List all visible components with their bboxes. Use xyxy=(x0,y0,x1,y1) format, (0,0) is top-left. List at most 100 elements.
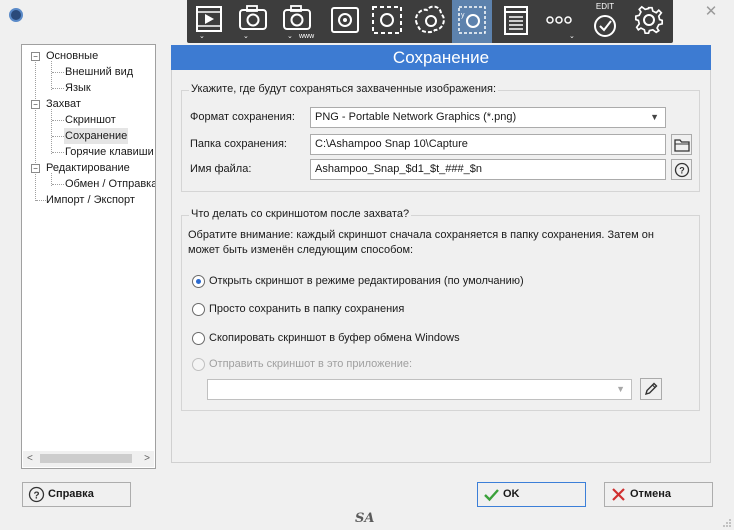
capture-freehand-button[interactable] xyxy=(409,0,449,43)
filename-help-button[interactable]: ? xyxy=(671,159,692,180)
scroll-left-icon[interactable]: < xyxy=(27,453,33,464)
tree-connector xyxy=(35,60,36,201)
ok-button[interactable]: OK xyxy=(477,482,586,507)
folder-label: Папка сохранения: xyxy=(190,138,287,150)
app-logo-icon xyxy=(9,8,23,22)
tree-connector xyxy=(36,200,46,201)
capture-fixed-button[interactable]: y xyxy=(452,0,492,43)
filename-label: Имя файла: xyxy=(190,163,252,175)
browse-folder-button[interactable] xyxy=(671,134,692,155)
after-capture-note: Обратите внимание: каждый скриншот снача… xyxy=(188,229,654,256)
content-panel: Укажите, где будут сохраняться захваченн… xyxy=(171,70,711,463)
radio-copy-clipboard[interactable] xyxy=(192,332,205,345)
gear-icon xyxy=(634,5,664,35)
tree-connector xyxy=(51,61,52,90)
close-icon xyxy=(612,488,625,501)
dashed-region-icon xyxy=(372,6,402,34)
more-button[interactable]: ⌄ xyxy=(539,0,579,43)
video-capture-button[interactable]: ⌄ xyxy=(189,0,229,43)
cancel-button[interactable]: Отмена xyxy=(604,482,713,507)
capture-www-button[interactable]: ⌄ www xyxy=(277,0,317,43)
radio-send-to-app[interactable] xyxy=(192,358,205,371)
format-select[interactable]: PNG - Portable Network Graphics (*.png) … xyxy=(310,107,666,128)
tree-item-screenshot[interactable]: Скриншот xyxy=(65,112,116,128)
capture-camera-button[interactable]: ⌄ xyxy=(233,0,273,43)
tree-item-hotkeys[interactable]: Горячие клавиши xyxy=(65,144,154,160)
option-copy-clipboard[interactable]: Скопировать скриншот в буфер обмена Wind… xyxy=(192,331,612,347)
tree-item-language[interactable]: Язык xyxy=(65,80,91,96)
freehand-region-icon xyxy=(415,5,445,34)
after-capture-group: Что делать со скриншотом после захвата? … xyxy=(181,208,700,411)
edit-check-icon xyxy=(594,15,616,37)
tree-collapse-toggle[interactable]: − xyxy=(31,164,40,173)
filename-field[interactable]: Ashampoo_Snap_$d1_$t_###_$n xyxy=(310,159,666,180)
play-film-icon xyxy=(196,6,222,32)
tree-collapse-toggle[interactable]: − xyxy=(31,52,40,61)
camera-icon xyxy=(239,5,267,30)
cancel-button-label: Отмена xyxy=(630,488,671,500)
tree-horizontal-scrollbar[interactable]: < > xyxy=(23,451,154,467)
settings-button[interactable] xyxy=(629,0,669,43)
page-title: Сохранение xyxy=(392,48,490,67)
capture-toolbar: ⌄ ⌄ ⌄ www y ⌄ EDIT xyxy=(187,0,673,43)
ok-button-label: OK xyxy=(503,488,520,500)
chevron-down-icon: ⌄ xyxy=(569,33,575,40)
scroll-right-icon[interactable]: > xyxy=(144,453,150,464)
help-button-label: Справка xyxy=(48,488,94,500)
tree-connector xyxy=(52,152,64,153)
tree-collapse-toggle[interactable]: − xyxy=(31,100,40,109)
tree-item-capture[interactable]: Захват xyxy=(46,96,81,112)
option-just-save-label: Просто сохранить в папку сохранения xyxy=(209,303,405,315)
radio-just-save[interactable] xyxy=(192,303,205,316)
tree-item-saving[interactable]: Сохранение xyxy=(64,128,129,144)
www-label: www xyxy=(299,33,315,40)
chevron-down-icon: ▼ xyxy=(616,384,625,394)
format-label: Формат сохранения: xyxy=(190,111,295,123)
chevron-down-icon: ⌄ xyxy=(287,33,293,40)
folder-icon xyxy=(674,139,690,152)
option-send-to-app[interactable]: Отправить скриншот в это приложение: xyxy=(192,357,612,373)
app-select[interactable]: ▼ xyxy=(207,379,632,400)
resize-grip-icon[interactable] xyxy=(722,518,732,528)
option-just-save[interactable]: Просто сохранить в папку сохранения xyxy=(192,302,612,318)
after-capture-legend: Что делать со скриншотом после захвата? xyxy=(189,208,412,220)
tree-item-basics[interactable]: Основные xyxy=(46,48,98,64)
help-icon: ? xyxy=(28,486,45,503)
help-button[interactable]: ? Справка xyxy=(22,482,131,507)
tree-connector xyxy=(52,72,64,73)
tree-item-share[interactable]: Обмен / Отправка xyxy=(65,176,155,192)
capture-dashed-button[interactable] xyxy=(367,0,407,43)
edit-button[interactable]: EDIT xyxy=(585,0,625,43)
region-camera-icon xyxy=(331,7,359,33)
page-header: Сохранение xyxy=(171,45,711,70)
tree-connector xyxy=(51,109,52,154)
option-open-editor-label: Открыть скриншот в режиме редактирования… xyxy=(209,275,524,287)
help-icon: ? xyxy=(674,162,690,178)
tree-item-appearance[interactable]: Внешний вид xyxy=(65,64,133,80)
option-open-editor[interactable]: Открыть скриншот в режиме редактирования… xyxy=(192,274,612,290)
tree-item-editing[interactable]: Редактирование xyxy=(46,160,130,176)
chevron-down-icon: ⌄ xyxy=(199,33,205,40)
svg-text:y: y xyxy=(461,12,465,19)
capture-region-button[interactable] xyxy=(325,0,365,43)
settings-window: ✕ ⌄ ⌄ ⌄ www y ⌄ EDIT − − − Основные Внеш… xyxy=(0,0,734,530)
option-copy-clipboard-label: Скопировать скриншот в буфер обмена Wind… xyxy=(209,332,460,344)
radio-open-editor[interactable] xyxy=(192,275,205,288)
save-location-group: Укажите, где будут сохраняться захваченн… xyxy=(181,83,700,192)
chevron-down-icon: ⌄ xyxy=(243,33,249,40)
format-value: PNG - Portable Network Graphics (*.png) xyxy=(315,111,517,123)
folder-field[interactable]: C:\Ashampoo Snap 10\Capture xyxy=(310,134,666,155)
tree-item-import-export[interactable]: Импорт / Экспорт xyxy=(46,192,135,208)
tree-connector xyxy=(52,136,64,137)
tree-connector xyxy=(52,120,64,121)
svg-text:?: ? xyxy=(34,491,40,502)
settings-tree: − − − Основные Внешний вид Язык Захват С… xyxy=(21,44,156,469)
option-send-to-app-label: Отправить скриншот в это приложение: xyxy=(209,358,413,370)
close-button[interactable]: ✕ xyxy=(699,2,723,22)
edit-app-button[interactable] xyxy=(640,378,662,400)
capture-document-button[interactable] xyxy=(496,0,536,43)
scrollbar-thumb[interactable] xyxy=(40,454,132,463)
pencil-icon xyxy=(644,382,658,396)
tree-connector xyxy=(52,184,64,185)
document-icon xyxy=(504,6,528,35)
